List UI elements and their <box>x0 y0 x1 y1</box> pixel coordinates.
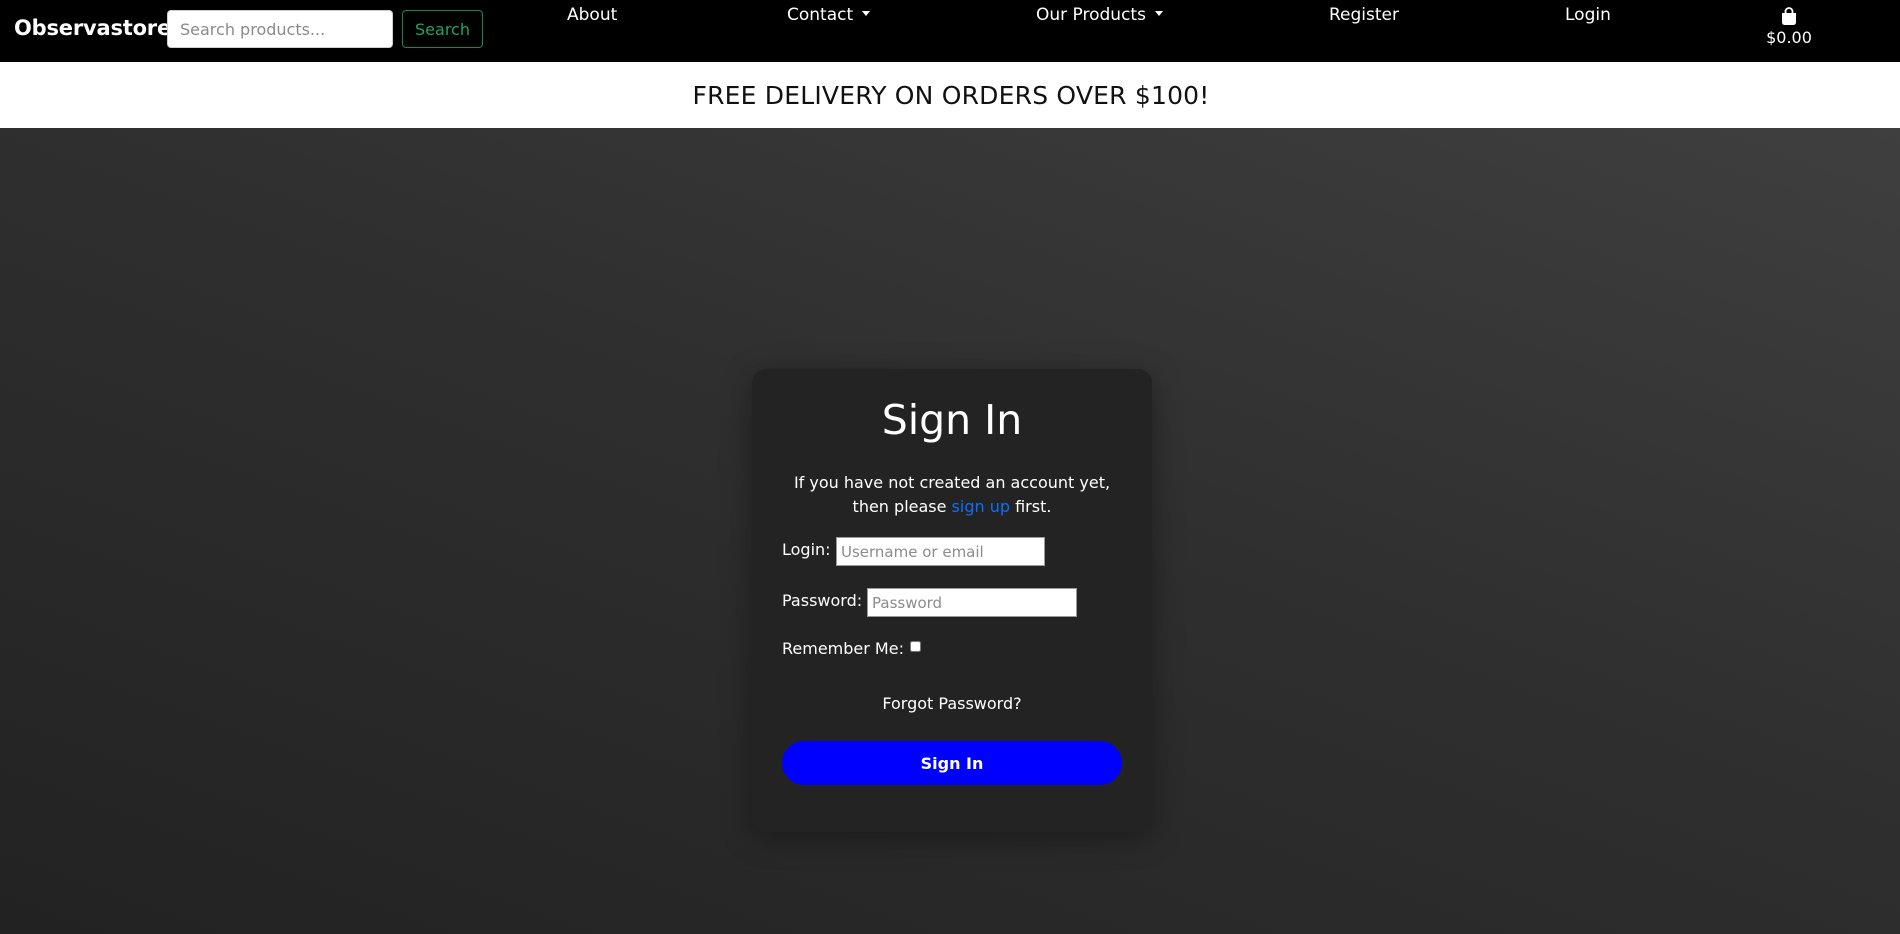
promo-text: FREE DELIVERY ON ORDERS OVER $100! <box>692 80 1210 110</box>
forgot-password-link[interactable]: Forgot Password? <box>752 694 1152 713</box>
hero-section: Sign In If you have not created an accou… <box>0 128 1900 934</box>
intro-line-one: If you have not created an account yet, <box>793 473 1111 492</box>
promo-banner: FREE DELIVERY ON ORDERS OVER $100! <box>0 62 1900 128</box>
nav-login-link[interactable]: Login <box>1565 5 1611 25</box>
nav-products-dropdown[interactable]: Our Products <box>1036 5 1163 25</box>
search-button[interactable]: Search <box>402 10 483 48</box>
nav-login-label: Login <box>1565 5 1611 25</box>
login-label: Login: <box>782 540 831 559</box>
shopping-bag-icon <box>1782 7 1796 25</box>
login-field[interactable] <box>836 537 1045 566</box>
intro-suffix: first. <box>1010 497 1052 516</box>
password-label: Password: <box>782 591 863 610</box>
remember-me-checkbox[interactable] <box>910 641 921 652</box>
brand-logo[interactable]: Observastore <box>14 16 171 40</box>
top-navbar: Observastore Search About Contact Our Pr… <box>0 0 1900 62</box>
nav-contact-label: Contact <box>787 5 854 25</box>
signin-title: Sign In <box>881 396 1023 444</box>
nav-register-link[interactable]: Register <box>1329 5 1399 25</box>
cart-button[interactable]: $0.00 <box>1762 5 1816 47</box>
signin-intro: If you have not created an account yet, … <box>752 471 1152 519</box>
signin-submit-button[interactable]: Sign In <box>782 741 1122 785</box>
password-field[interactable] <box>867 588 1077 617</box>
nav-about-link[interactable]: About <box>567 5 617 25</box>
nav-register-label: Register <box>1329 5 1399 25</box>
nav-products-label: Our Products <box>1036 5 1146 25</box>
intro-then: then please <box>852 497 952 516</box>
signup-link[interactable]: sign up <box>952 497 1010 516</box>
remember-me-label: Remember Me: <box>782 639 904 658</box>
search-input[interactable] <box>167 10 393 48</box>
signin-card: Sign In If you have not created an accou… <box>752 369 1152 832</box>
nav-contact-dropdown[interactable]: Contact <box>787 5 871 25</box>
nav-about-label: About <box>567 5 618 25</box>
chevron-down-icon <box>862 10 871 16</box>
chevron-down-icon <box>1154 10 1163 16</box>
cart-total: $0.00 <box>1766 28 1812 47</box>
